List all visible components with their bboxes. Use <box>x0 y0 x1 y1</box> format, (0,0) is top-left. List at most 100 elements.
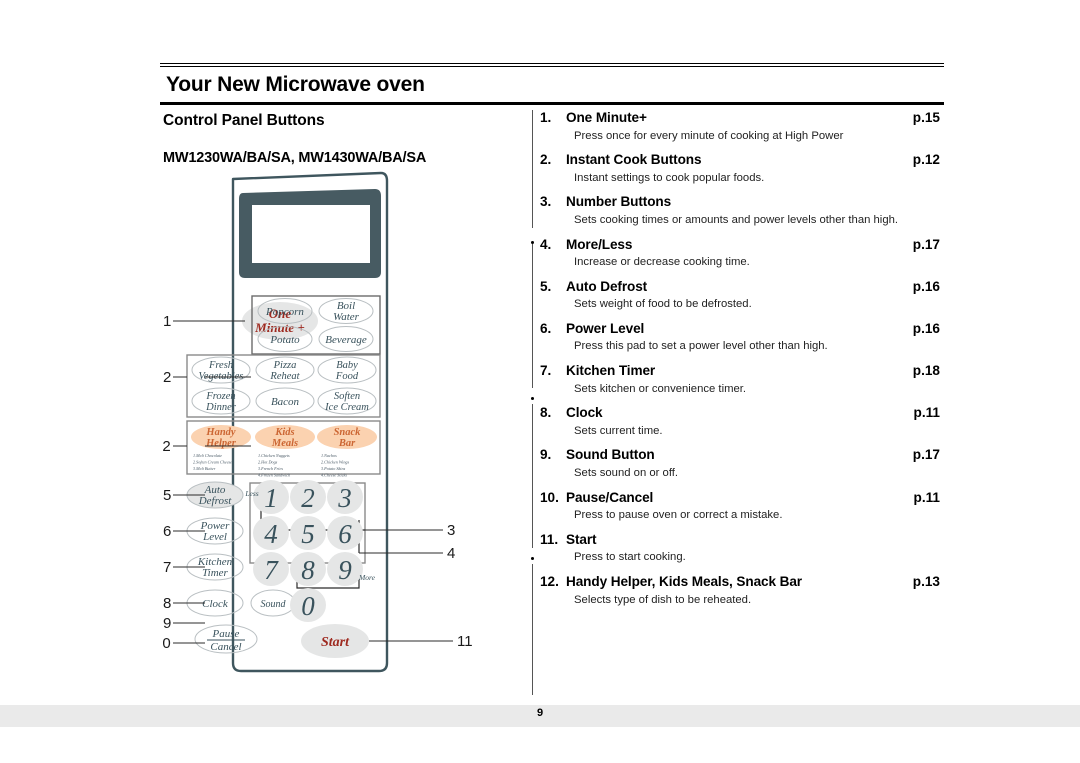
description-entry: 4. More/Less p.17 Increase or decrease cook… <box>540 237 940 270</box>
button-snack-bar[interactable]: Snack Bar <box>317 425 377 449</box>
svg-text:0: 0 <box>301 591 315 621</box>
svg-text:3.Melt Butter: 3.Melt Butter <box>193 466 216 471</box>
callout-5: 5 <box>163 487 171 504</box>
entry-description: Increase or decrease cooking time. <box>574 256 750 269</box>
svg-text:7: 7 <box>264 555 279 585</box>
svg-text:Helper: Helper <box>205 438 237 449</box>
svg-text:Reheat: Reheat <box>269 371 300 382</box>
divider-dot-12 <box>531 557 534 560</box>
entry-label: Instant Cook Buttons <box>566 152 702 168</box>
entry-label: One Minute+ <box>566 110 647 125</box>
svg-text:Popcorn: Popcorn <box>265 306 304 318</box>
svg-text:Dinner: Dinner <box>205 402 237 413</box>
svg-text:Start: Start <box>321 635 350 650</box>
svg-text:Pause: Pause <box>212 628 240 640</box>
description-entry-head: 3. Number Buttons <box>540 194 940 210</box>
svg-text:3.French Fries: 3.French Fries <box>258 466 283 471</box>
svg-text:5: 5 <box>301 519 315 549</box>
display-screen <box>252 205 370 263</box>
entry-number: 5. <box>540 278 552 294</box>
entry-page-ref: p.17 <box>912 447 940 463</box>
description-entry: 8. Clock p.11 Sets current time. <box>540 405 940 438</box>
entry-page-ref: p.16 <box>912 278 940 294</box>
description-entry-head: 8. Clock p.11 <box>540 405 940 421</box>
entry-number: 6. <box>540 320 552 336</box>
svg-text:1.Chicken Nuggets: 1.Chicken Nuggets <box>258 453 290 458</box>
entry-description: Selects type of dish to be reheated. <box>574 593 752 606</box>
description-entry-head: 12. Handy Helper, Kids Meals, Snack Bar p.… <box>540 574 940 590</box>
button-handy-helper[interactable]: Handy Helper <box>191 425 251 449</box>
description-entry: 12. Handy Helper, Kids Meals, Snack Bar p.… <box>540 574 940 607</box>
divider-dot-8 <box>531 397 534 400</box>
entry-number: 1. <box>540 110 552 125</box>
document-page: Your New Microwave oven Control Panel Bu… <box>0 0 1080 763</box>
callout-8: 8 <box>163 595 171 612</box>
entry-description: Sets current time. <box>574 424 663 437</box>
section-title: Control Panel Buttons <box>163 112 325 129</box>
key-2[interactable]: 2 <box>290 480 326 514</box>
description-entry-head: 5. Auto Defrost p.16 <box>540 279 940 295</box>
svg-text:Kids: Kids <box>274 427 294 438</box>
entry-number: 9. <box>540 447 552 463</box>
callout-2: 2 <box>163 369 171 386</box>
button-kids-meals[interactable]: Kids Meals <box>255 425 315 449</box>
divider-dot-4 <box>531 241 534 244</box>
entry-number: 3. <box>540 194 552 210</box>
entry-page-ref: p.18 <box>912 363 940 379</box>
svg-text:Meals: Meals <box>271 438 298 449</box>
description-entry-head: 7. Kitchen Timer p.18 <box>540 363 940 379</box>
key-4[interactable]: 4 <box>253 516 289 550</box>
handy-helper-items: 1.Melt Chocolate 2.Soften Cream Cheese 3… <box>193 453 232 471</box>
header-rule-top <box>160 63 944 65</box>
entry-page-ref: p.16 <box>912 320 940 336</box>
entry-description: Press to start cooking. <box>574 551 686 564</box>
entry-page-ref: p.11 <box>913 489 940 505</box>
entry-description: Sets weight of food to be defrosted. <box>574 298 752 311</box>
svg-text:Defrost: Defrost <box>198 495 233 507</box>
entry-label: Clock <box>566 405 603 421</box>
less-label: Less <box>244 489 258 498</box>
entry-number: 12. <box>540 573 559 589</box>
description-entry: 9. Sound Button p.17 Sets sound on or off. <box>540 447 940 480</box>
entry-description: Instant settings to cook popular foods. <box>574 171 765 184</box>
svg-text:3.Potato Skins: 3.Potato Skins <box>321 466 346 471</box>
svg-text:2.Hot Dogs: 2.Hot Dogs <box>258 460 278 465</box>
entry-label: Auto Defrost <box>566 278 648 294</box>
key-0[interactable]: 0 <box>290 588 326 622</box>
description-entry-head: 11. Start <box>540 532 940 548</box>
page-title: Your New Microwave oven <box>166 73 425 96</box>
svg-text:6: 6 <box>338 519 352 549</box>
key-6[interactable]: 6 <box>327 516 363 550</box>
entry-label: Power Level <box>566 320 645 336</box>
callout-9: 9 <box>163 615 171 632</box>
header-rule-bottom <box>160 102 944 105</box>
entry-description: Sets sound on or off. <box>574 467 679 479</box>
key-9[interactable]: 9 <box>327 552 363 586</box>
description-entry-head: 1. One Minute+ p.15 <box>540 110 940 126</box>
description-entry: 10. Pause/Cancel p.11 Press to pause oven o… <box>540 490 940 523</box>
svg-text:4: 4 <box>264 519 278 549</box>
svg-text:Ice Cream: Ice Cream <box>324 402 369 413</box>
entry-label: Number Buttons <box>566 194 672 210</box>
key-7[interactable]: 7 <box>253 552 289 586</box>
control-panel-diagram: .btxt { font-family: "Liberation Serif",… <box>163 165 523 695</box>
key-5[interactable]: 5 <box>290 516 326 550</box>
callout-3: 3 <box>447 522 455 539</box>
svg-text:Potato: Potato <box>269 334 300 346</box>
button-start[interactable]: Start <box>301 624 369 658</box>
entry-number: 11. <box>540 531 559 547</box>
description-entry: 3. Number Buttons Sets cooking times or am… <box>540 194 940 227</box>
footer-page-number: 9 <box>536 707 544 719</box>
callout-4: 4 <box>447 545 455 562</box>
divider-gap-12 <box>529 548 536 564</box>
svg-text:Soften: Soften <box>334 391 360 402</box>
svg-text:Timer: Timer <box>202 567 228 579</box>
key-3[interactable]: 3 <box>327 480 363 514</box>
entry-label: Sound Button <box>566 447 655 463</box>
svg-text:Level: Level <box>202 531 227 543</box>
description-entry-head: 6. Power Level p.16 <box>540 321 940 337</box>
svg-text:Fresh: Fresh <box>208 360 233 371</box>
key-8[interactable]: 8 <box>290 552 326 586</box>
description-entry: 5. Auto Defrost p.16 Sets weight of food to… <box>540 279 940 312</box>
description-entry: 2. Instant Cook Buttons p.12 Instant settin… <box>540 152 940 185</box>
